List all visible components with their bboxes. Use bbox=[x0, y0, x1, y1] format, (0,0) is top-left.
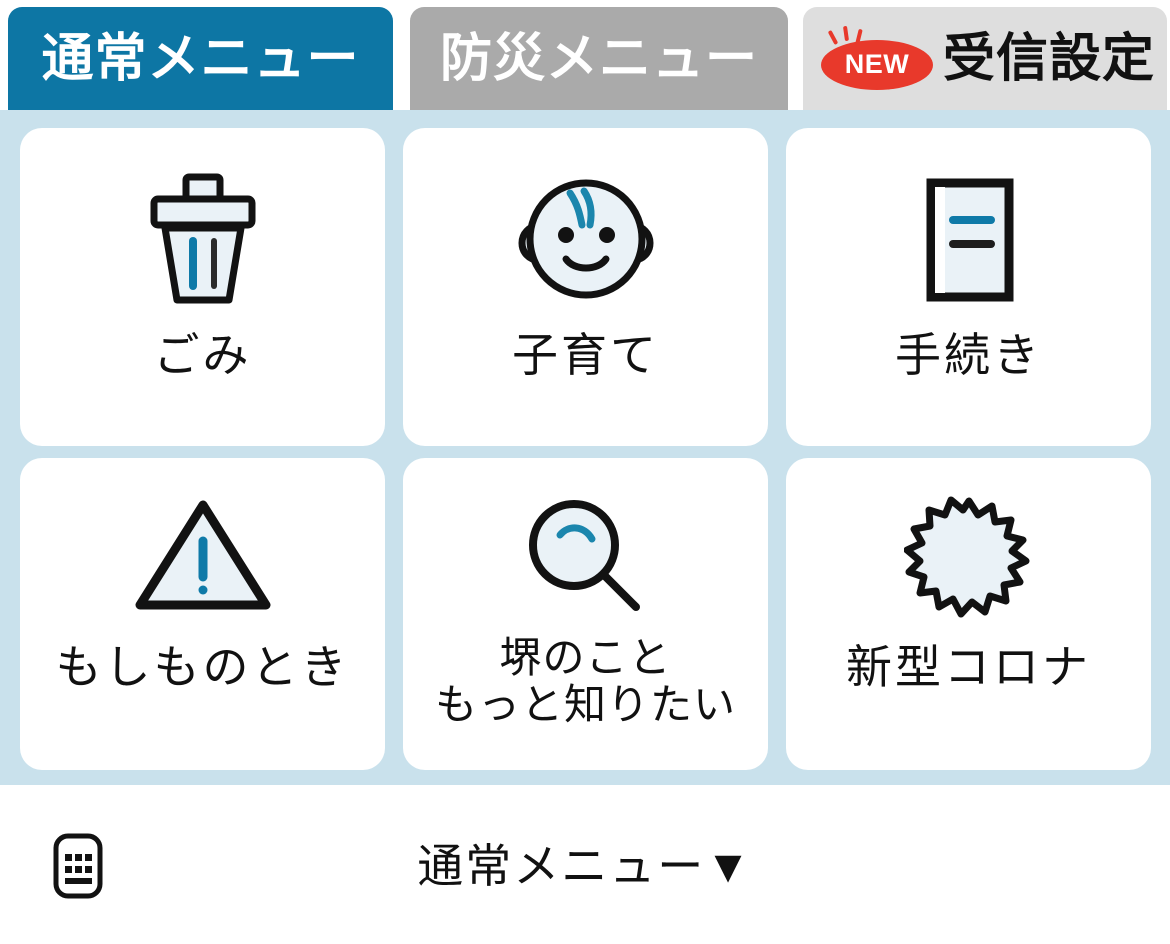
menu-tile-kosodate-label: 子育て bbox=[512, 329, 659, 381]
menu-tile-tetsuzuki-label: 手続き bbox=[895, 329, 1042, 381]
virus-icon bbox=[903, 488, 1034, 628]
menu-tile-kosodate[interactable]: 子育て bbox=[403, 128, 768, 446]
document-icon bbox=[909, 166, 1029, 316]
line-richmenu-screen: 通常メニュー 防災メニュー NEW 受信設定 ごみ 子育て 手続き もしものとき… bbox=[0, 0, 1170, 944]
tab-normal-menu-label: 通常メニュー bbox=[41, 29, 360, 88]
tab-bar: 通常メニュー 防災メニュー NEW 受信設定 bbox=[0, 0, 1170, 110]
menu-tile-gomi-label: ごみ bbox=[153, 329, 252, 381]
new-badge-ellipse: NEW bbox=[820, 39, 933, 90]
new-badge: NEW bbox=[820, 25, 933, 90]
spark-line-icon bbox=[842, 25, 850, 41]
menu-toggle-label: 通常メニュー bbox=[417, 840, 706, 892]
tab-disaster-menu-label: 防災メニュー bbox=[439, 29, 758, 88]
menu-grid: ごみ 子育て 手続き もしものとき 堺のこと もっと知りたい 新型コロナ bbox=[20, 128, 1151, 770]
chevron-down-icon: ▼ bbox=[705, 840, 753, 892]
baby-face-icon bbox=[506, 166, 666, 316]
new-badge-label: NEW bbox=[844, 49, 910, 79]
menu-tile-moshimo[interactable]: もしものとき bbox=[20, 458, 385, 770]
trash-bin-icon bbox=[128, 166, 278, 316]
menu-tile-moshimo-label: もしものとき bbox=[55, 641, 350, 693]
menu-tile-covid[interactable]: 新型コロナ bbox=[786, 458, 1151, 770]
tab-receive-settings[interactable]: NEW 受信設定 bbox=[803, 7, 1167, 110]
spark-line-icon bbox=[827, 29, 839, 45]
tab-normal-menu[interactable]: 通常メニュー bbox=[8, 7, 393, 110]
menu-toggle[interactable]: 通常メニュー▼ bbox=[0, 832, 1170, 900]
tab-receive-settings-label: 受信設定 bbox=[942, 29, 1155, 88]
menu-tile-tetsuzuki[interactable]: 手続き bbox=[786, 128, 1151, 446]
warning-triangle-icon bbox=[128, 488, 278, 628]
menu-tile-sakai-info[interactable]: 堺のこと もっと知りたい bbox=[403, 458, 768, 770]
menu-tile-sakai-info-label: 堺のこと もっと知りたい bbox=[434, 634, 736, 729]
tab-disaster-menu[interactable]: 防災メニュー bbox=[410, 7, 788, 110]
menu-tile-covid-label: 新型コロナ bbox=[846, 641, 1091, 693]
magnifier-icon bbox=[516, 488, 656, 628]
menu-grid-area: ごみ 子育て 手続き もしものとき 堺のこと もっと知りたい 新型コロナ bbox=[0, 110, 1170, 785]
menu-tile-gomi[interactable]: ごみ bbox=[20, 128, 385, 446]
